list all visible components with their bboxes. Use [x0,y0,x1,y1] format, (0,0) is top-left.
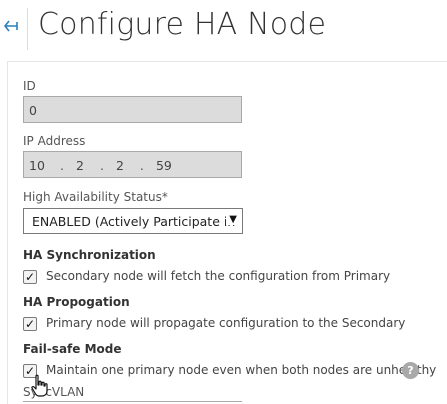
failsafe-title: Fail-safe Mode [23,342,122,356]
question-mark-icon[interactable]: ? [402,362,419,379]
ha-status-label: High Availability Status* [23,190,168,204]
back-arrow-glyph [3,20,18,32]
sync-vlan-label: SyncVLAN [23,385,85,399]
failsafe-checkbox[interactable]: ✓ [23,364,37,378]
ip-dot-2: . [99,158,104,173]
ha-sync-title: HA Synchronization [23,248,156,262]
id-field[interactable]: 0 [23,96,242,123]
ip-octet-1[interactable]: 10 [29,158,45,173]
ha-propagation-title: HA Propogation [23,295,130,309]
ha-status-select[interactable]: ENABLED (Actively Participate in ▼ [23,208,243,234]
ha-sync-checkbox[interactable]: ✓ [23,270,37,284]
id-label: ID [23,79,36,93]
ha-propagation-checkbox[interactable]: ✓ [23,317,37,331]
ip-octet-2[interactable]: 2 [73,158,87,173]
ip-dot-3: . [139,158,144,173]
ip-dot-1: . [59,158,64,173]
sync-vlan-field-edge[interactable] [23,401,242,402]
ha-status-value: ENABLED (Actively Participate in [32,214,236,229]
header-divider [27,8,28,50]
back-arrow-icon[interactable] [2,18,20,36]
ha-sync-checkbox-label: Secondary node will fetch the configurat… [46,269,391,283]
ip-address-field[interactable]: 10 . 2 . 2 . 59 [23,151,242,178]
ip-address-label: IP Address [23,134,86,148]
ip-octet-4[interactable]: 59 [155,158,173,173]
ip-octet-3[interactable]: 2 [113,158,127,173]
dropdown-arrow-icon: ▼ [226,214,237,225]
page-header: Configure HA Node [0,0,447,58]
ha-propagation-checkbox-label: Primary node will propagate configuratio… [46,316,406,330]
failsafe-checkbox-label: Maintain one primary node even when both… [46,363,437,377]
page-title: Configure HA Node [38,7,327,42]
